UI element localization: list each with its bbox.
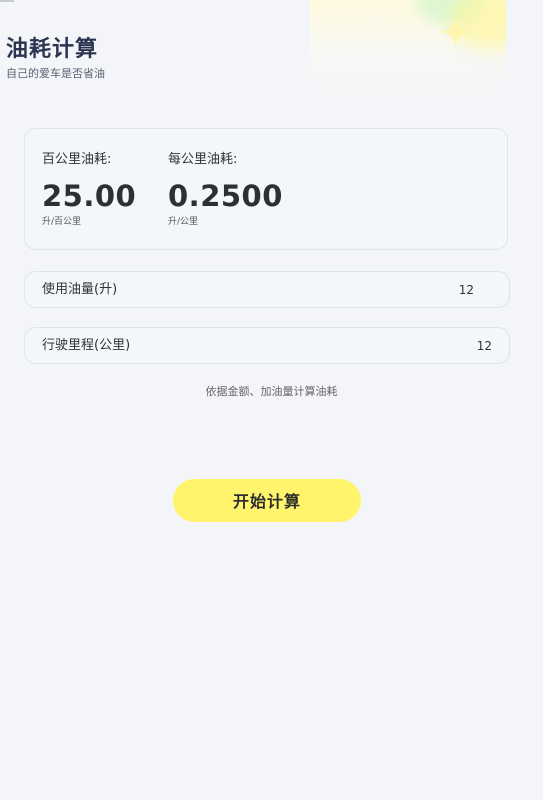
distance-input[interactable] bbox=[432, 337, 492, 355]
fuel-used-label: 使用油量(升) bbox=[42, 282, 118, 297]
per-km-unit: 升/公里 bbox=[168, 217, 199, 227]
per-100km-unit: 升/百公里 bbox=[42, 217, 82, 227]
sparkle-icon bbox=[440, 16, 472, 48]
distance-row[interactable]: 行驶里程(公里) bbox=[24, 327, 510, 364]
per-100km-consumption: 百公里油耗: 25.00 升/百公里 bbox=[42, 151, 136, 228]
per-km-consumption: 每公里油耗: 0.2500 升/公里 bbox=[168, 151, 283, 228]
calc-by-amount-link[interactable]: 依据金额、加油量计算油耗 bbox=[0, 384, 543, 400]
per-100km-label: 百公里油耗: bbox=[42, 152, 112, 167]
page-title: 油耗计算 bbox=[6, 37, 99, 62]
distance-label: 行驶里程(公里) bbox=[42, 338, 131, 353]
start-calculation-button[interactable]: 开始计算 bbox=[173, 479, 361, 522]
result-card: 百公里油耗: 25.00 升/百公里 每公里油耗: 0.2500 升/公里 bbox=[24, 128, 508, 250]
page-subtitle: 自己的爱车是否省油 bbox=[6, 67, 105, 80]
fuel-used-row[interactable]: 使用油量(升) bbox=[24, 271, 510, 308]
header-decoration bbox=[310, 0, 506, 104]
per-100km-value: 25.00 bbox=[42, 179, 137, 213]
per-km-value: 0.2500 bbox=[168, 179, 283, 213]
corner-mark bbox=[0, 0, 14, 2]
fuel-used-input[interactable] bbox=[414, 281, 474, 299]
per-km-label: 每公里油耗: bbox=[168, 152, 238, 167]
